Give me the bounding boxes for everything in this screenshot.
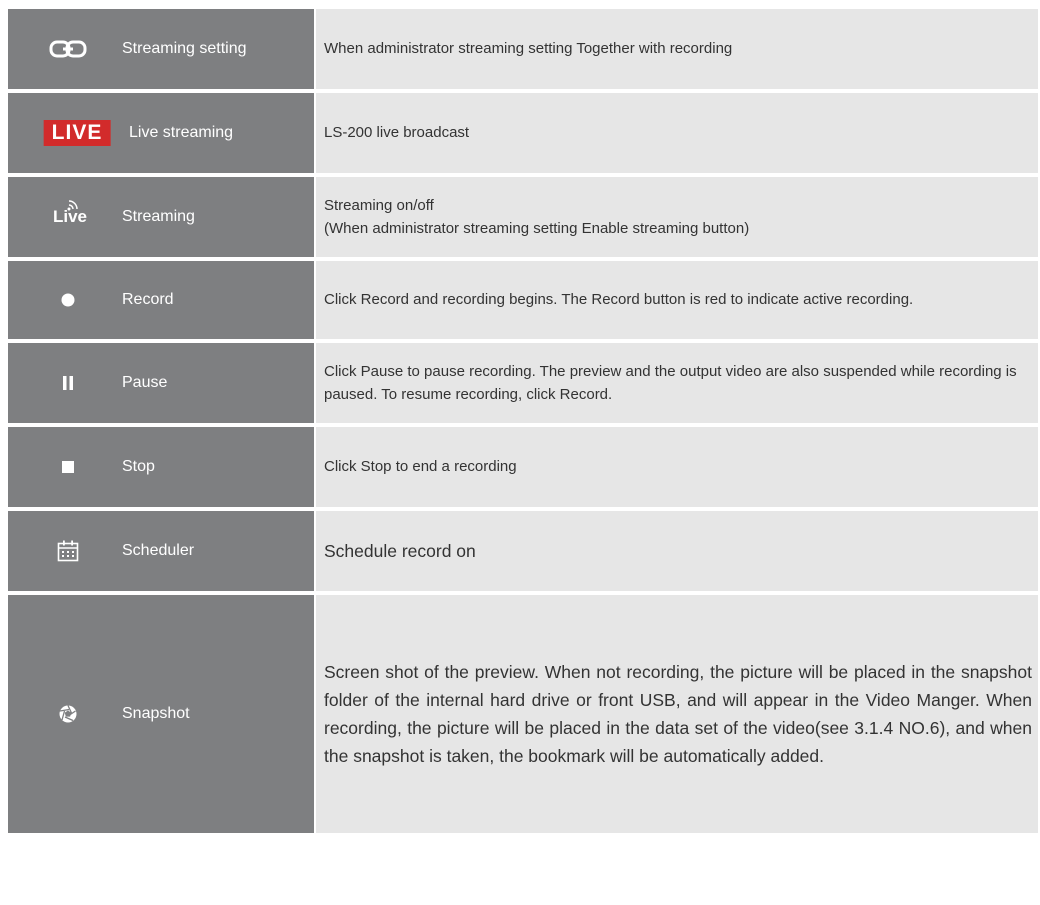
row-description: Streaming on/off (When administrator str… [324, 196, 750, 237]
row-label: Scheduler [122, 542, 195, 559]
live-badge-icon: LIVE [43, 120, 111, 146]
table-row: Live Streaming Streaming on/off (When ad… [8, 177, 1038, 257]
row-description: Schedule record on [324, 541, 476, 561]
row-label: Pause [122, 374, 168, 391]
row-description: When administrator streaming setting Tog… [324, 40, 733, 58]
table-row: Scheduler Schedule record on [8, 511, 1038, 591]
row-description: Click Stop to end a recording [324, 458, 517, 476]
stop-square-icon [62, 461, 74, 473]
row-description: LS-200 live broadcast [324, 124, 470, 142]
calendar-icon [57, 540, 79, 562]
table-row: Pause Click Pause to pause recording. Th… [8, 343, 1038, 423]
live-signal-icon: Live [53, 200, 87, 227]
pause-icon [63, 376, 73, 390]
table-row: Stop Click Stop to end a recording [8, 427, 1038, 507]
feature-table: Streaming setting When administrator str… [8, 9, 1038, 833]
table-row: Streaming setting When administrator str… [8, 9, 1038, 89]
table-row: Snapshot Screen shot of the preview. Whe… [8, 595, 1038, 833]
row-label: Snapshot [122, 705, 190, 722]
row-label: Streaming [122, 208, 195, 225]
row-description: Click Pause to pause recording. The prev… [324, 362, 1017, 403]
link-icon [49, 40, 87, 58]
row-label: Live streaming [129, 124, 234, 141]
row-label: Streaming setting [122, 40, 247, 57]
aperture-icon [59, 705, 77, 723]
row-label: Stop [122, 458, 155, 475]
row-description: Click Record and recording begins. The R… [324, 291, 914, 309]
row-label: Record [122, 291, 174, 308]
record-dot-icon [61, 293, 75, 307]
table-row: LIVE Live streaming LS-200 live broadcas… [8, 93, 1038, 173]
row-description: Screen shot of the preview. When not rec… [324, 662, 1032, 766]
table-row: Record Click Record and recording begins… [8, 261, 1038, 339]
